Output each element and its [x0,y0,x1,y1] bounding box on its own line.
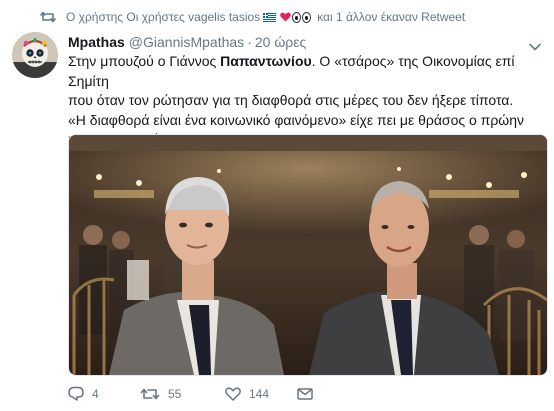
retweet-button[interactable]: 55 [140,387,225,401]
like-button[interactable]: 144 [225,387,297,401]
retweet-count: 55 [168,386,182,401]
like-icon [225,386,241,401]
retweet-action-icon [140,387,160,401]
bold-name: Παπαντωνίου [220,53,312,69]
eyes-icon [292,11,312,23]
reply-count: 4 [92,386,99,401]
reply-icon [68,386,84,401]
tweet-actions: 4 55 144 [68,386,327,401]
user-handle[interactable]: @GiannisMpathas [129,34,244,50]
like-count: 144 [249,386,270,401]
display-name[interactable]: Mpathas [68,34,125,50]
tweet-text-line: Στην μπουζού ο Γιάννος Παπαντωνίου. Ο «τ… [68,53,515,89]
tweet-photo[interactable] [68,134,548,376]
avatar[interactable] [12,32,58,78]
tweet-text-line: «Η διαφθορά είναι ένα κοινωνικό φαινόμεν… [68,111,525,128]
greek-flag-icon [263,12,277,22]
retweet-context-users[interactable]: Ο χρήστης Οι χρήστες vagelis tasios [66,10,260,24]
direct-message-button[interactable] [297,387,327,400]
tweet-text-line: που όταν τον ρώτησαν για τη διαφθορά στι… [68,92,514,108]
tweet-header: Mpathas @GiannisMpathas · 20 ώρες [68,34,306,50]
retweet-icon [40,10,56,24]
timestamp[interactable]: 20 ώρες [255,34,306,50]
retweet-context-suffix: και 1 άλλον έκαναν Retweet [317,10,466,24]
reply-button[interactable]: 4 [68,386,140,401]
direct-message-icon [297,387,313,400]
retweet-context[interactable]: Ο χρήστης Οι χρήστες vagelis tasios και … [40,8,465,26]
chevron-down-icon[interactable] [529,38,541,51]
heart-icon [279,12,291,22]
separator: · [247,34,252,50]
